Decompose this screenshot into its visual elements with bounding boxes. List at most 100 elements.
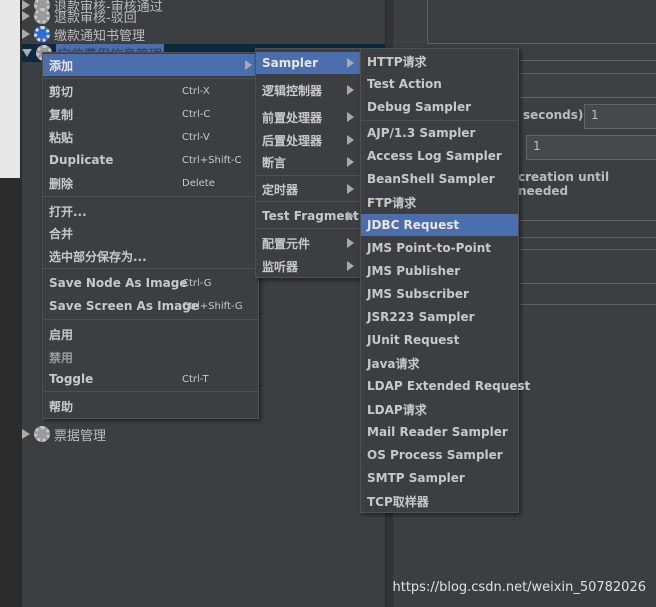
sampler-item[interactable]: HTTP请求 bbox=[361, 50, 518, 72]
menu-item[interactable]: 打开... bbox=[43, 200, 258, 222]
sampler-item[interactable]: JMS Publisher bbox=[361, 260, 518, 282]
menu-item-label: 逻辑控制器 bbox=[262, 83, 323, 98]
tree-node-label: 退款审核-驳回 bbox=[54, 10, 137, 26]
menu-item[interactable]: 粘贴 Ctrl-V bbox=[43, 126, 258, 148]
menu-item[interactable]: 帮助 bbox=[43, 395, 258, 417]
menu-item-label: 帮助 bbox=[49, 399, 74, 414]
menu-item[interactable]: Save Screen As Image Ctrl+Shift-G bbox=[43, 295, 258, 317]
sampler-item[interactable]: JSR223 Sampler bbox=[361, 306, 518, 328]
sampler-item[interactable]: BeanShell Sampler bbox=[361, 168, 518, 190]
sampler-item[interactable]: Mail Reader Sampler bbox=[361, 421, 518, 443]
menu-item-label: Test Action bbox=[367, 77, 442, 91]
menu-item-label: TCP取样器 bbox=[367, 494, 429, 509]
submenu-arrow-icon bbox=[347, 184, 354, 194]
expand-icon[interactable] bbox=[22, 11, 30, 21]
collapse-icon[interactable] bbox=[22, 49, 32, 57]
menu-item-label: 删除 bbox=[49, 176, 74, 191]
menu-separator bbox=[43, 391, 258, 392]
menu-item-label: 打开... bbox=[49, 204, 87, 219]
menu-item-label: LDAP Extended Request bbox=[367, 379, 531, 393]
submenu-item[interactable]: 后置处理器 bbox=[256, 129, 360, 151]
menu-separator bbox=[43, 319, 258, 320]
menu-item[interactable]: 删除 Delete bbox=[43, 172, 258, 194]
gear-icon bbox=[34, 26, 50, 42]
sampler-item[interactable]: Java请求 bbox=[361, 352, 518, 374]
sampler-item[interactable]: AJP/1.3 Sampler bbox=[361, 122, 518, 144]
menu-item[interactable]: Save Node As Image Ctrl-G bbox=[43, 272, 258, 294]
menu-item[interactable]: Duplicate Ctrl+Shift-C bbox=[43, 149, 258, 171]
menu-item-label: 配置元件 bbox=[262, 236, 311, 251]
submenu-item[interactable]: 监听器 bbox=[256, 255, 360, 277]
menu-item[interactable]: 添加 bbox=[43, 54, 258, 76]
submenu-item[interactable]: 配置元件 bbox=[256, 232, 360, 254]
ramp-input[interactable]: 1 bbox=[584, 104, 656, 129]
sampler-item[interactable]: LDAP Extended Request bbox=[361, 375, 530, 397]
submenu-item[interactable]: 定时器 bbox=[256, 178, 360, 200]
menu-item-label: Mail Reader Sampler bbox=[367, 425, 508, 439]
submenu-arrow-icon bbox=[347, 157, 354, 167]
menu-item-label: 复制 bbox=[49, 107, 74, 122]
menu-item[interactable]: 剪切 Ctrl-X bbox=[43, 80, 258, 102]
gear-icon bbox=[34, 426, 50, 442]
menu-item-label: 监听器 bbox=[262, 259, 299, 274]
submenu-item[interactable]: 逻辑控制器 bbox=[256, 79, 360, 101]
submenu-item[interactable]: Sampler bbox=[256, 52, 360, 74]
sampler-item[interactable]: JDBC Request bbox=[361, 214, 518, 236]
sampler-item[interactable]: TCP取样器 bbox=[361, 490, 518, 512]
submenu-arrow-icon bbox=[347, 238, 354, 248]
menu-item-label: Duplicate bbox=[49, 153, 114, 167]
sampler-item[interactable]: Debug Sampler bbox=[361, 96, 518, 118]
shortcut-label: Delete bbox=[182, 177, 215, 189]
sampler-item[interactable]: Access Log Sampler bbox=[361, 145, 518, 167]
submenu-arrow-icon bbox=[347, 58, 354, 68]
menu-item-label: Save Node As Image bbox=[49, 276, 188, 290]
menu-item-label: Test Fragment bbox=[262, 209, 359, 223]
menu-separator bbox=[43, 268, 258, 269]
menu-item[interactable]: Toggle Ctrl-T bbox=[43, 368, 258, 390]
menu-item-label: FTP请求 bbox=[367, 195, 417, 210]
shortcut-label: Ctrl-G bbox=[182, 277, 212, 289]
submenu-arrow-icon bbox=[347, 211, 354, 221]
sampler-item[interactable]: FTP请求 bbox=[361, 191, 518, 213]
sampler-item[interactable]: JMS Point-to-Point bbox=[361, 237, 518, 259]
context-menu: 添加剪切 Ctrl-X 复制 Ctrl-C 粘贴 Ctrl-V Duplicate Ctrl+… bbox=[42, 52, 259, 419]
tree-node-label: 缴款通知书管理 bbox=[54, 28, 146, 44]
menu-item[interactable]: 合并 bbox=[43, 222, 258, 244]
sampler-item[interactable]: LDAP请求 bbox=[361, 398, 518, 420]
submenu-item[interactable]: Test Fragment bbox=[256, 205, 360, 227]
menu-item[interactable]: 复制 Ctrl-C bbox=[43, 103, 258, 125]
menu-item[interactable]: 启用 bbox=[43, 323, 258, 345]
menu-item-label: 粘贴 bbox=[49, 130, 74, 145]
menu-item-label: JDBC Request bbox=[367, 218, 460, 232]
shortcut-label: Ctrl+Shift-C bbox=[182, 154, 242, 166]
expand-icon[interactable] bbox=[22, 29, 30, 39]
tree-node[interactable]: 缴款通知书管理 bbox=[22, 25, 146, 44]
menu-item-label: Sampler bbox=[262, 56, 319, 70]
tree-node[interactable]: 退款审核-驳回 bbox=[22, 7, 137, 26]
menu-separator bbox=[256, 228, 360, 229]
shortcut-label: Ctrl-V bbox=[182, 131, 210, 143]
menu-item[interactable]: 选中部分保存为... bbox=[43, 245, 258, 267]
expand-icon[interactable] bbox=[22, 429, 30, 439]
menu-item-label: JMS Point-to-Point bbox=[367, 241, 492, 255]
sampler-item[interactable]: Test Action bbox=[361, 73, 518, 95]
sampler-item[interactable]: OS Process Sampler bbox=[361, 444, 518, 466]
menu-item-label: 定时器 bbox=[262, 182, 299, 197]
loop-input[interactable]: 1 bbox=[526, 135, 656, 160]
submenu-item[interactable]: 断言 bbox=[256, 151, 360, 173]
shortcut-label: Ctrl-X bbox=[182, 85, 210, 97]
submenu-item[interactable]: 前置处理器 bbox=[256, 106, 360, 128]
submenu-arrow-icon bbox=[245, 60, 252, 70]
menu-item[interactable]: 禁用 bbox=[43, 346, 258, 368]
submenu-arrow-icon bbox=[347, 135, 354, 145]
tree-node[interactable]: 票据管理 bbox=[22, 425, 106, 444]
sampler-item[interactable]: JMS Subscriber bbox=[361, 283, 518, 305]
menu-item-label: JUnit Request bbox=[367, 333, 460, 347]
sampler-item[interactable]: JUnit Request bbox=[361, 329, 518, 351]
menu-item-label: Access Log Sampler bbox=[367, 149, 502, 163]
menu-item-label: 禁用 bbox=[49, 350, 74, 365]
menu-separator bbox=[361, 120, 518, 121]
comments-box bbox=[427, 0, 656, 44]
menu-item-label: AJP/1.3 Sampler bbox=[367, 126, 476, 140]
sampler-item[interactable]: SMTP Sampler bbox=[361, 467, 518, 489]
